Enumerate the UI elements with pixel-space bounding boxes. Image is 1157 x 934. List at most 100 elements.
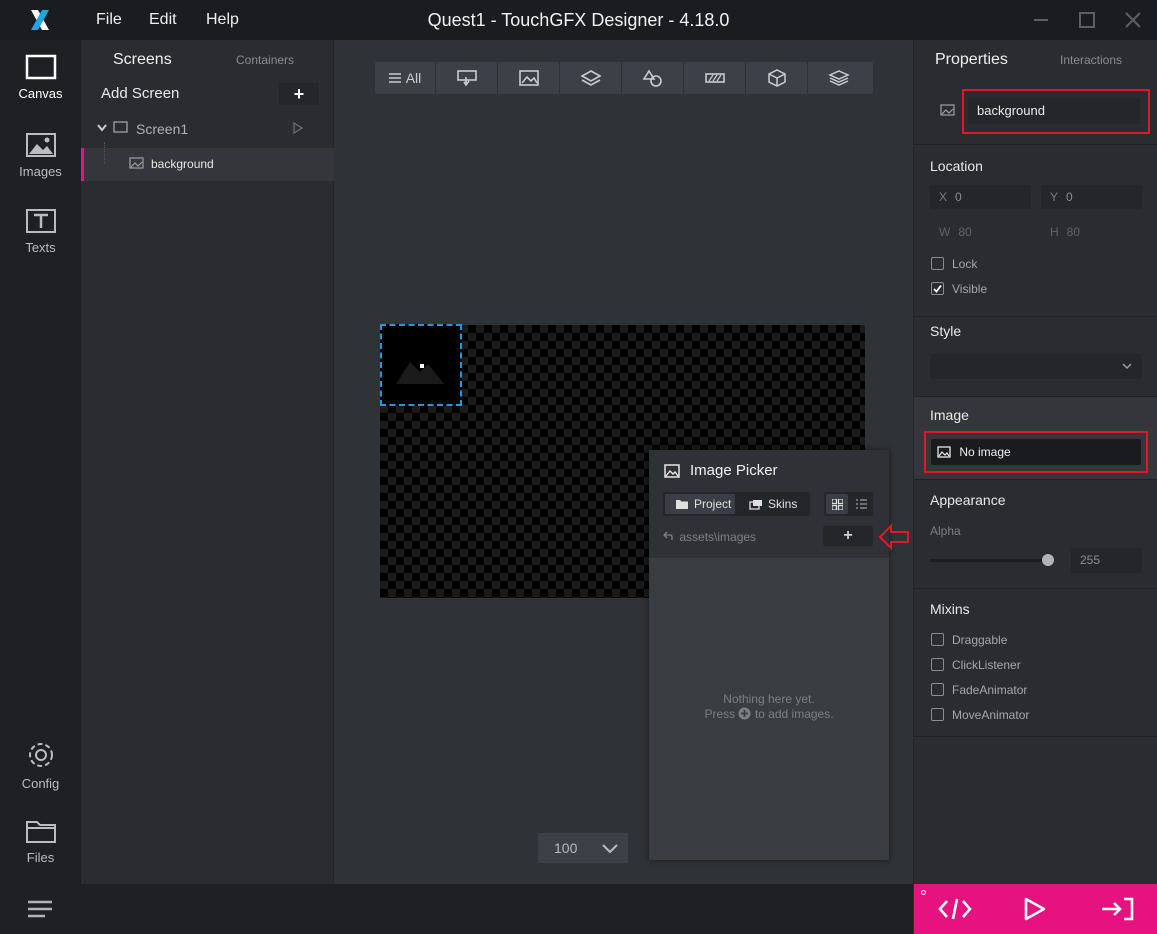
w-input[interactable]: W 80 [930, 220, 1031, 244]
hamburger-icon[interactable] [27, 900, 53, 918]
tree-item-background[interactable]: background [81, 142, 334, 181]
close-icon[interactable] [1123, 10, 1143, 30]
touchgfx-designer-window: File Edit Help Quest1 - TouchGFX Designe… [0, 0, 1157, 934]
fadeanimator-checkbox[interactable] [931, 683, 944, 696]
lock-checkbox[interactable] [931, 257, 944, 270]
moveanimator-checkbox[interactable] [931, 708, 944, 721]
checkmark-icon [933, 284, 942, 293]
y-input[interactable]: Y0 [1041, 185, 1142, 209]
image-widget-icon [940, 104, 955, 116]
appearance-title: Appearance [930, 492, 1006, 508]
rail-item-files[interactable]: Files [0, 818, 81, 865]
screens-panel: Screens Containers Add Screen + Screen1 … [81, 40, 334, 884]
empty-state-message: Nothing here yet. Press to add images. [649, 692, 889, 722]
skins-icon [749, 499, 762, 510]
rail-item-canvas[interactable]: Canvas [0, 54, 81, 101]
empty-press-label: Press [704, 707, 736, 721]
fadeanimator-label: FadeAnimator [952, 683, 1028, 697]
image-section: Image No image [914, 396, 1157, 479]
3d-box-icon [767, 69, 786, 87]
w-label: W [939, 225, 951, 239]
rail-item-texts[interactable]: Texts [0, 208, 81, 255]
properties-panel: Properties Interactions background Locat… [913, 40, 1157, 884]
code-icon[interactable] [938, 896, 972, 922]
selected-image-widget[interactable] [380, 324, 462, 406]
add-image-button[interactable]: + [823, 526, 873, 546]
view-mode-toggle [824, 492, 873, 516]
alpha-input[interactable]: 255 [1071, 548, 1142, 573]
rail-item-config[interactable]: Config [0, 740, 81, 791]
tab-project[interactable]: Project [665, 494, 735, 514]
image-picker-title: Image Picker [690, 462, 778, 479]
filter-all-label: All [405, 70, 422, 86]
empty-line-1: Nothing here yet. [723, 692, 815, 706]
clicklistener-checkbox[interactable] [931, 658, 944, 671]
list-icon [855, 499, 867, 509]
tab-interactions[interactable]: Interactions [1060, 53, 1122, 67]
style-title: Style [930, 323, 962, 339]
gear-icon [28, 743, 53, 767]
tab-screens[interactable]: Screens [113, 51, 172, 69]
tool-3d[interactable] [746, 62, 808, 94]
placeholder-image-icon [382, 326, 460, 404]
tool-image[interactable] [498, 62, 560, 94]
mixins-section: Mixins Draggable ClickListener FadeAnima… [914, 588, 1157, 737]
minimize-icon[interactable] [1031, 10, 1051, 30]
images-icon [25, 133, 56, 157]
image-icon [664, 464, 680, 478]
tree-item-screen1[interactable]: Screen1 [81, 118, 334, 140]
rail-label: Canvas [18, 86, 63, 101]
zoom-value: 100 [554, 840, 578, 856]
tab-skins[interactable]: Skins [745, 494, 807, 514]
alpha-label: Alpha [930, 524, 961, 538]
add-circle-icon [738, 707, 751, 720]
play-icon[interactable] [292, 122, 304, 134]
mixins-title: Mixins [930, 601, 970, 617]
left-rail: Canvas Images Texts Config Files [0, 40, 81, 884]
w-value: 80 [958, 225, 972, 239]
style-select[interactable] [930, 354, 1142, 379]
alpha-slider-handle[interactable] [1042, 554, 1054, 566]
zoom-select[interactable]: 100 [538, 833, 628, 863]
h-value: 80 [1066, 225, 1081, 239]
empty-add-label: to add images. [754, 707, 834, 721]
image-widget-icon [129, 157, 144, 169]
rail-label: Config [21, 776, 60, 791]
tab-properties[interactable]: Properties [935, 51, 1008, 69]
rail-label: Texts [25, 240, 56, 255]
tool-shapes[interactable] [622, 62, 684, 94]
y-value: 0 [1066, 190, 1073, 204]
grid-view-button[interactable] [826, 494, 848, 514]
alpha-slider[interactable] [930, 554, 1054, 566]
tree-line [104, 142, 105, 164]
tool-layers[interactable] [560, 62, 622, 94]
list-view-button[interactable] [850, 494, 872, 514]
image-picker-header: Image Picker Project Skins assets\images… [649, 450, 889, 558]
rail-item-images[interactable]: Images [0, 132, 81, 179]
draggable-checkbox[interactable] [931, 633, 944, 646]
folder-path[interactable]: assets\images [663, 530, 756, 544]
source-tabs: Project Skins [663, 492, 810, 516]
tool-progress[interactable] [684, 62, 746, 94]
h-input[interactable]: H 80 [1041, 220, 1142, 244]
location-section: Location X0 Y0 W 80 H 80 Lock Visible [914, 144, 1157, 316]
chevron-down-icon [602, 844, 618, 853]
image-title: Image [930, 407, 969, 423]
add-screen-button[interactable]: + [279, 83, 319, 105]
tab-skins-label: Skins [768, 497, 798, 511]
maximize-icon[interactable] [1077, 10, 1097, 30]
x-input[interactable]: X0 [930, 185, 1031, 209]
tool-interaction[interactable] [436, 62, 498, 94]
shapes-icon [642, 69, 662, 87]
chevron-down-icon[interactable] [97, 124, 107, 132]
screen-icon [113, 121, 128, 133]
tool-stack[interactable] [808, 62, 870, 94]
alpha-slider-fill [930, 559, 1048, 562]
tab-containers[interactable]: Containers [236, 53, 294, 67]
h-label: H [1050, 225, 1059, 239]
red-arrow-annotation [878, 524, 909, 550]
run-simulator-icon[interactable] [1022, 896, 1048, 922]
run-target-icon[interactable] [1100, 896, 1134, 922]
filter-all-button[interactable]: All [375, 62, 436, 94]
visible-checkbox[interactable] [931, 282, 944, 295]
